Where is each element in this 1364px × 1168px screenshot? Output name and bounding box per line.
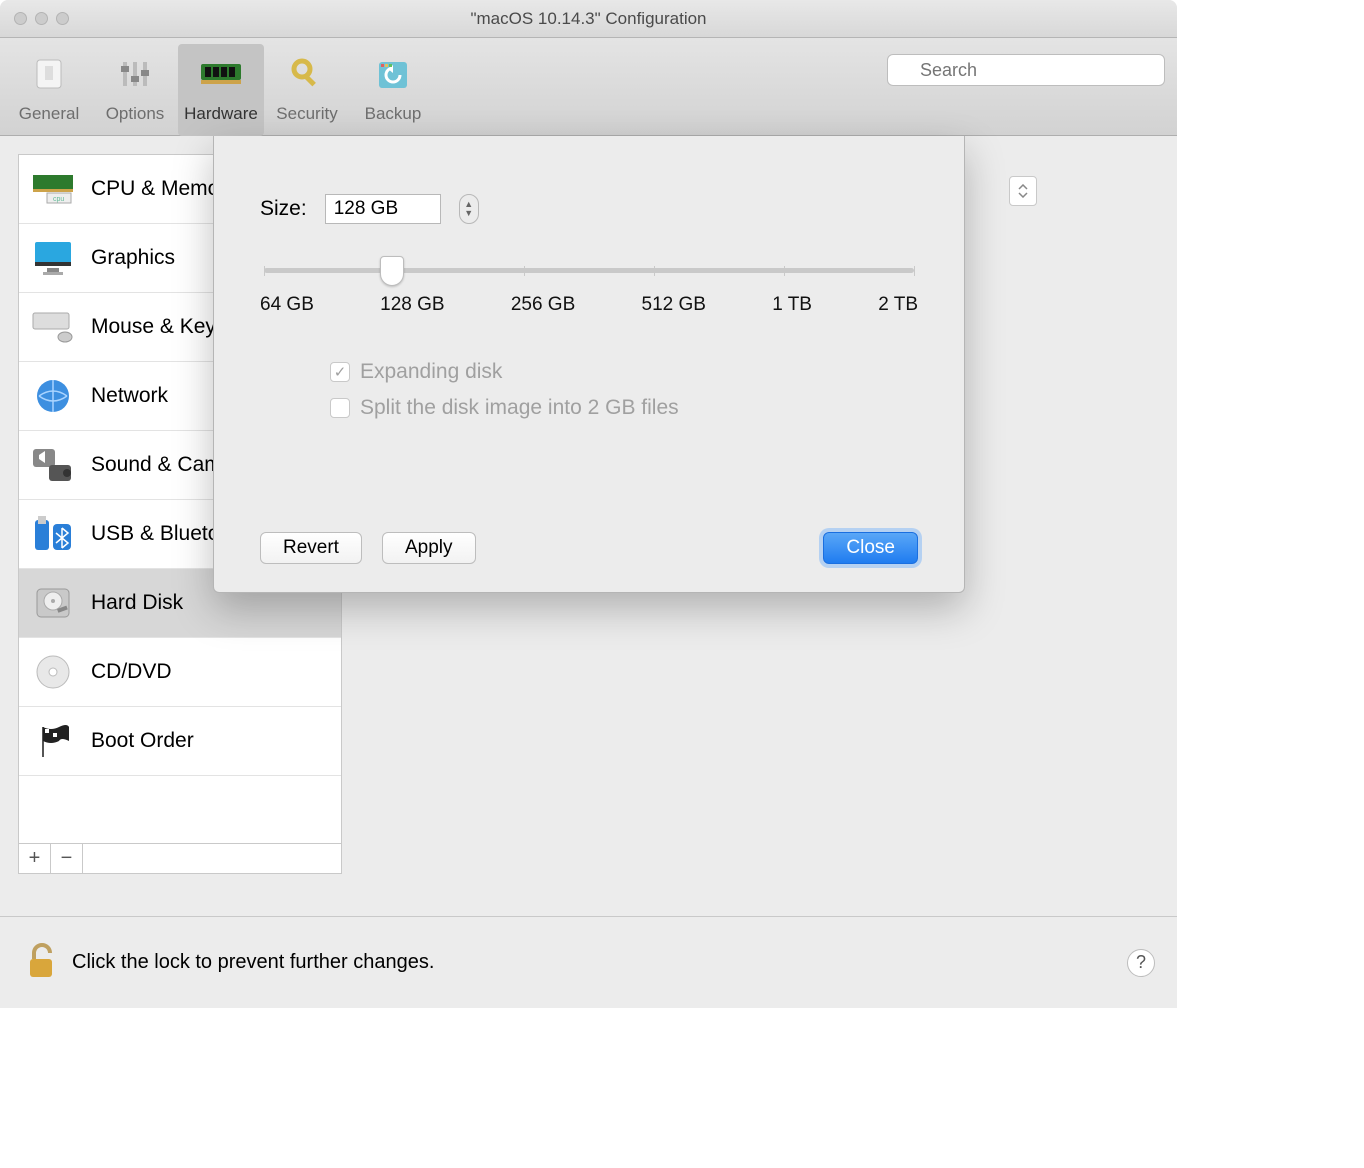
tab-label: Security [276,104,337,124]
chevron-updown-icon [1018,184,1028,198]
slider-thumb[interactable] [380,256,404,286]
hard-disk-icon [29,579,77,627]
search-input[interactable] [887,54,1165,86]
svg-text:cpu: cpu [53,196,64,203]
tick-label: 2 TB [878,294,918,316]
revert-button[interactable]: Revert [260,532,362,564]
sidebar-item-label: Boot Order [91,729,194,753]
checkbox-checked-icon: ✓ [330,362,350,382]
tick-label: 64 GB [260,294,314,316]
usb-bluetooth-icon [29,510,77,558]
help-button[interactable]: ? [1127,949,1155,977]
disk-options: ✓ Expanding disk Split the disk image in… [260,360,918,420]
toolbar: General Options Hardware Security Backup [0,38,1177,136]
ram-icon [197,50,245,98]
tab-security[interactable]: Security [264,44,350,136]
tab-options[interactable]: Options [92,44,178,136]
tab-hardware[interactable]: Hardware [178,44,264,136]
checkbox-label: Split the disk image into 2 GB files [360,396,679,420]
remove-device-button[interactable]: − [51,844,83,873]
size-label: Size: [260,197,307,221]
expanding-disk-checkbox[interactable]: ✓ Expanding disk [330,360,918,384]
sound-camera-icon [29,441,77,489]
add-device-button[interactable]: + [19,844,51,873]
lock-text: Click the lock to prevent further change… [72,951,434,974]
close-button[interactable]: Close [823,532,918,564]
sidebar-item-cd-dvd[interactable]: CD/DVD [19,638,341,707]
tick-label: 1 TB [772,294,812,316]
titlebar: "macOS 10.14.3" Configuration [0,0,1177,38]
disk-size-sheet: Size: ▲ ▼ 64 GB 128 GB 256 GB 5 [213,136,965,593]
split-disk-checkbox[interactable]: Split the disk image into 2 GB files [330,396,918,420]
tick-label: 512 GB [642,294,706,316]
sliders-icon [111,50,159,98]
tick-label: 256 GB [511,294,575,316]
chevron-down-icon: ▼ [464,209,473,218]
apply-button[interactable]: Apply [382,532,476,564]
tab-backup[interactable]: Backup [350,44,436,136]
footer: Click the lock to prevent further change… [0,916,1177,1008]
source-popup[interactable] [1009,176,1037,206]
sidebar-item-label: CD/DVD [91,660,172,684]
switch-icon [25,50,73,98]
sidebar-footer: + − [19,843,341,873]
sidebar-item-label: Hard Disk [91,591,183,615]
slider-tick-labels: 64 GB 128 GB 256 GB 512 GB 1 TB 2 TB [260,294,918,316]
tab-general[interactable]: General [6,44,92,136]
size-stepper[interactable]: ▲ ▼ [459,194,479,224]
window-title: "macOS 10.14.3" Configuration [0,9,1177,29]
size-slider[interactable]: 64 GB 128 GB 256 GB 512 GB 1 TB 2 TB [260,260,918,330]
tab-label: Options [106,104,165,124]
sidebar-item-label: Graphics [91,246,175,270]
tick-label: 128 GB [380,294,444,316]
tab-label: Backup [365,104,422,124]
monitor-icon [29,234,77,282]
search-container [887,54,1165,86]
sheet-buttons: Revert Apply Close [260,532,918,564]
tab-label: Hardware [184,104,258,124]
globe-icon [29,372,77,420]
size-row: Size: ▲ ▼ [260,194,918,224]
tab-label: General [19,104,79,124]
sidebar-item-label: Network [91,384,168,408]
keyboard-mouse-icon [29,303,77,351]
checkbox-label: Expanding disk [360,360,502,384]
backup-icon [369,50,417,98]
config-window: "macOS 10.14.3" Configuration General Op… [0,0,1177,1008]
ram-chip-icon: cpu [29,165,77,213]
lock-icon[interactable] [22,939,58,986]
slider-ticks [264,266,914,284]
flag-icon [29,717,77,765]
sidebar-item-boot-order[interactable]: Boot Order [19,707,341,776]
disc-icon [29,648,77,696]
size-input[interactable] [325,194,441,224]
key-icon [283,50,331,98]
checkbox-unchecked-icon [330,398,350,418]
